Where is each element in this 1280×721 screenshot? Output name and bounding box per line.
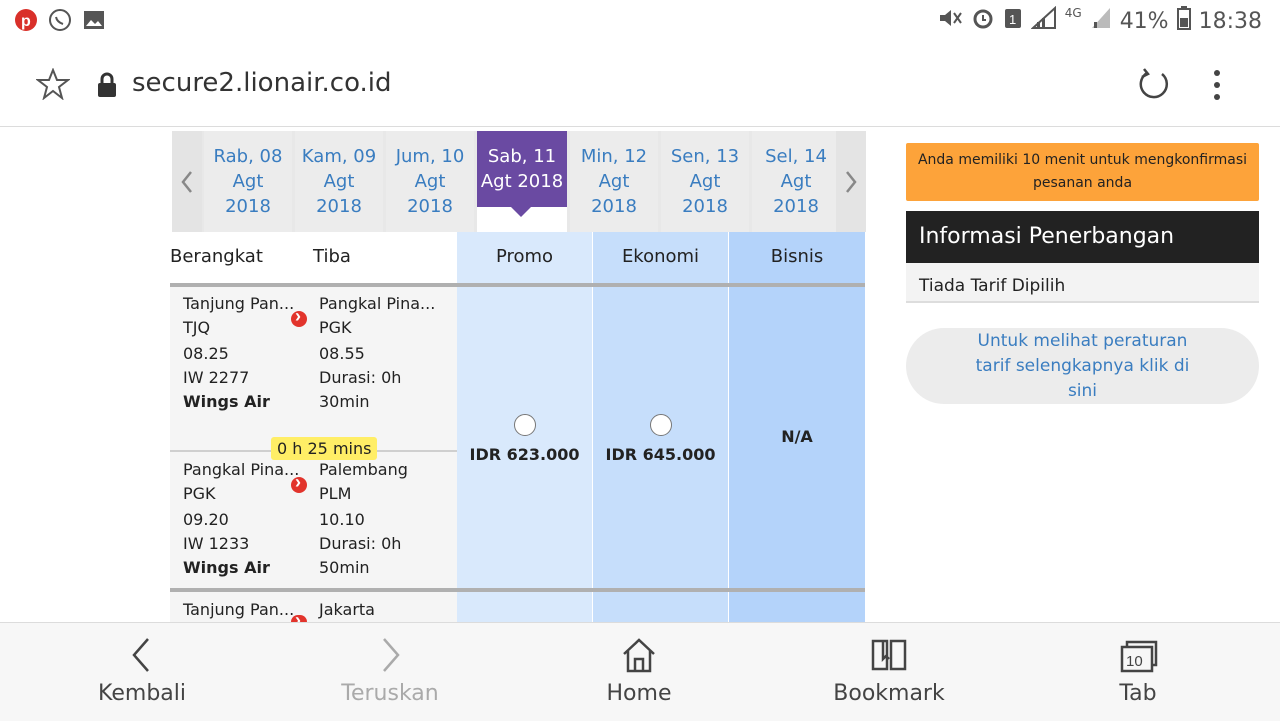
url-text[interactable]: secure2.lionair.co.id xyxy=(132,68,392,98)
seg1-departure: Tanjung Pan... TJQ 08.25 IW 2277 Wings A… xyxy=(183,294,295,411)
alarm-icon xyxy=(971,6,995,36)
time-limit-notice: Anda memiliki 10 menit untuk mengkonfirm… xyxy=(906,143,1259,201)
back-button[interactable]: Kembali xyxy=(52,623,232,721)
home-icon xyxy=(623,638,655,673)
tabs-icon: 10 xyxy=(1120,640,1158,673)
svg-text:p: p xyxy=(21,13,31,30)
bookmark-button[interactable]: Bookmark xyxy=(799,623,979,721)
lock-icon xyxy=(96,72,118,103)
promo-fare-radio[interactable] xyxy=(514,414,536,436)
date-tab-3-active[interactable]: Sab, 11 Agt 2018 xyxy=(477,131,567,217)
tab-button[interactable]: 10 Tab xyxy=(1048,623,1228,721)
date-tab-5[interactable]: Sen, 13 Agt 2018 xyxy=(661,131,749,232)
header-promo: Promo xyxy=(495,246,554,267)
battery-percent: 41% xyxy=(1119,8,1169,34)
whatsapp-icon xyxy=(48,8,72,32)
home-button[interactable]: Home xyxy=(549,623,729,721)
browser-bottom-nav: Kembali Teruskan Home Bookmark 10 Tab xyxy=(0,622,1280,721)
pinterest-icon: p xyxy=(14,8,38,32)
flight2-arrival: Jakarta xyxy=(319,600,375,619)
date-tab-active-wrap: Sab, 11 Agt 2018 xyxy=(477,131,567,232)
svg-text:10: 10 xyxy=(1126,653,1143,670)
forward-button[interactable]: Teruskan xyxy=(300,623,480,721)
date-tab-2[interactable]: Jum, 10 Agt 2018 xyxy=(386,131,474,232)
status-bar: p 1 4G 41% 18:38 xyxy=(0,0,1280,42)
signal-icon xyxy=(1030,5,1057,36)
forward-icon xyxy=(383,638,400,672)
bookmark-icon xyxy=(871,639,907,671)
network-type: 4G xyxy=(1064,6,1082,20)
fare-rules-link[interactable]: Untuk melihat peraturan tarif selengkapn… xyxy=(906,328,1259,404)
date-tab-1[interactable]: Kam, 09 Agt 2018 xyxy=(295,131,383,232)
battery-icon xyxy=(1176,6,1191,36)
date-tab-0[interactable]: Rab, 08 Agt 2018 xyxy=(204,131,292,232)
gallery-icon xyxy=(82,8,106,32)
seg2-arrival: Palembang PLM 10.10 Durasi: 0h 50min xyxy=(319,460,408,577)
flight-info-body: Tiada Tarif Dipilih xyxy=(906,263,1259,303)
header-economy: Ekonomi xyxy=(621,246,700,267)
flight2-departure: Tanjung Pan... xyxy=(183,600,295,619)
business-price: N/A xyxy=(781,427,813,446)
economy-fare-radio[interactable] xyxy=(650,414,672,436)
prev-date-button[interactable] xyxy=(172,131,202,232)
transit-badge: 0 h 25 mins xyxy=(271,437,378,460)
mute-icon xyxy=(937,6,963,36)
chevron-left-icon xyxy=(181,170,192,193)
seg2-departure: Pangkal Pina... PGK 09.20 IW 1233 Wings … xyxy=(183,460,300,577)
sim-icon: 1 xyxy=(1003,6,1023,36)
back-icon xyxy=(132,638,149,672)
address-bar: secure2.lionair.co.id xyxy=(0,42,1280,127)
arrow-right-icon xyxy=(291,472,307,493)
svg-text:1: 1 xyxy=(1009,12,1016,27)
header-arrive: Tiba xyxy=(313,246,351,267)
arrow-right-icon xyxy=(291,610,307,631)
clock: 18:38 xyxy=(1198,8,1262,34)
next-date-button[interactable] xyxy=(836,131,866,232)
date-selector: Rab, 08 Agt 2018 Kam, 09 Agt 2018 Jum, 1… xyxy=(172,131,866,232)
flight-info-title: Informasi Penerbangan xyxy=(906,211,1259,263)
header-depart: Berangkat xyxy=(170,246,263,267)
date-tab-6[interactable]: Sel, 14 Agt 2018 xyxy=(752,131,840,232)
arrow-right-icon xyxy=(291,306,307,327)
seg1-arrival: Pangkal Pina... PGK 08.55 Durasi: 0h 30m… xyxy=(319,294,436,411)
header-business: Bisnis xyxy=(770,246,824,267)
economy-price: IDR 645.000 xyxy=(605,445,716,464)
reload-icon[interactable] xyxy=(1136,66,1172,107)
date-tab-4[interactable]: Min, 12 Agt 2018 xyxy=(570,131,658,232)
more-menu-icon[interactable] xyxy=(1212,68,1222,107)
signal-icon-2 xyxy=(1090,6,1112,36)
star-icon[interactable] xyxy=(35,67,71,105)
promo-price: IDR 623.000 xyxy=(469,445,580,464)
table-header: Berangkat Tiba Promo Ekonomi Bisnis xyxy=(170,232,866,284)
chevron-right-icon xyxy=(846,170,857,193)
